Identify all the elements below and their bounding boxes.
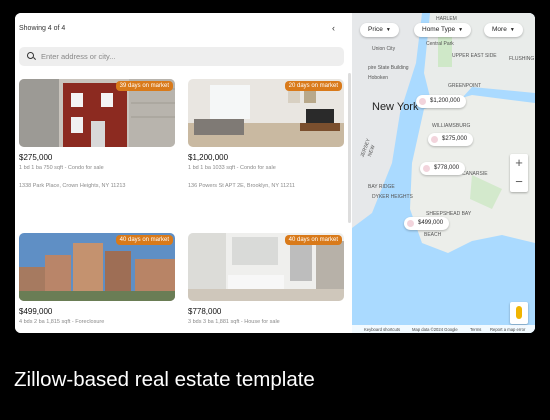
listing-card[interactable]: 40 days on market $499,000 4 bds 2 ba 1,… — [19, 233, 175, 325]
price-marker[interactable]: $499,000 — [404, 217, 450, 230]
listing-address: 136 Powers St APT 2E, Brooklyn, NY 11211 — [188, 183, 295, 189]
map-label: Central Park — [426, 41, 454, 47]
map-label: BEACH — [424, 232, 442, 238]
street-view-button[interactable] — [510, 302, 528, 324]
marker-price: $778,000 — [434, 165, 460, 171]
marker-price: $499,000 — [418, 220, 444, 226]
listing-meta: 3 bds 3 ba 1,881 sqft - House for sale — [188, 319, 280, 325]
map-label: CANARSIE — [462, 171, 488, 177]
marker-price: $1,200,000 — [430, 98, 461, 104]
scrollbar[interactable] — [348, 73, 351, 223]
app-window: Showing 4 of 4 ‹ Enter address or city..… — [15, 13, 535, 333]
marker-dot — [423, 165, 430, 172]
map-view[interactable]: HARLEM Union City Central Park UPPER EAS… — [352, 13, 535, 333]
map-label: HARLEM — [436, 16, 457, 22]
map-data-attribution: Map data ©2024 Google — [412, 327, 458, 332]
listing-meta: 1 bd 1 ba 750 sqft - Condo for sale — [19, 165, 104, 171]
marker-dot — [431, 136, 438, 143]
filter-label: More — [492, 26, 507, 33]
price-filter-button[interactable]: Price ▼ — [360, 23, 399, 37]
caption: Zillow-based real estate template — [14, 368, 315, 391]
filter-label: Home Type — [422, 26, 456, 33]
listing-meta: 1 bd 1 ba 1033 sqft - Condo for sale — [188, 165, 276, 171]
map-label: BAY RIDGE — [368, 184, 395, 190]
listing-address: 1338 Park Place, Crown Heights, NY 11213 — [19, 183, 126, 189]
home-type-filter-button[interactable]: Home Type ▼ — [414, 23, 472, 37]
price-marker[interactable]: $275,000 — [428, 133, 474, 146]
listing-photo[interactable]: 20 days on market — [188, 79, 344, 147]
chevron-left-icon[interactable]: ‹ — [332, 23, 335, 33]
map-label: New York — [372, 101, 419, 113]
filter-label: Price — [368, 26, 383, 33]
zoom-in-button[interactable]: + — [510, 154, 528, 173]
map-label: Hoboken — [368, 75, 389, 81]
listing-photo[interactable]: 39 days on market — [19, 79, 175, 147]
days-on-market-badge: 40 days on market — [115, 235, 173, 245]
map-label: FLUSHING — [509, 56, 535, 62]
days-on-market-badge: 39 days on market — [115, 81, 173, 91]
map-label: GREENPOINT — [448, 83, 482, 89]
listing-price: $499,000 — [19, 307, 53, 316]
map-label: pire State Building — [368, 65, 409, 71]
chevron-down-icon: ▼ — [385, 27, 391, 33]
search-placeholder: Enter address or city... — [41, 52, 116, 61]
map-footer: Keyboard shortcuts Map data ©2024 Google… — [352, 325, 535, 333]
price-marker[interactable]: $778,000 — [420, 162, 466, 175]
days-on-market-badge: 40 days on market — [284, 235, 342, 245]
listing-price: $275,000 — [19, 153, 53, 162]
search-icon — [27, 52, 34, 59]
map-label: WILLIAMSBURG — [432, 123, 471, 129]
zoom-control: + − — [510, 154, 528, 192]
map-label: UPPER EAST SIDE — [452, 53, 497, 59]
days-on-market-badge: 20 days on market — [284, 81, 342, 91]
more-filter-button[interactable]: More ▼ — [484, 23, 523, 37]
report-map-error-link[interactable]: Report a map error — [490, 327, 525, 332]
listing-photo[interactable]: 40 days on market — [188, 233, 344, 301]
marker-dot — [419, 98, 426, 105]
search-input[interactable]: Enter address or city... — [19, 47, 344, 66]
listing-meta: 4 bds 2 ba 1,815 sqft - Foreclosure — [19, 319, 105, 325]
pegman-icon — [516, 306, 522, 319]
listing-card[interactable]: 40 days on market $778,000 3 bds 3 ba 1,… — [188, 233, 344, 325]
chevron-down-icon: ▼ — [458, 27, 464, 33]
keyboard-shortcuts-link[interactable]: Keyboard shortcuts — [364, 327, 400, 332]
map-label: Union City — [372, 46, 396, 52]
price-marker[interactable]: $1,200,000 — [416, 95, 467, 108]
map-label: DYKER HEIGHTS — [372, 194, 413, 200]
listings-panel: Showing 4 of 4 ‹ Enter address or city..… — [15, 13, 352, 333]
listing-price: $1,200,000 — [188, 153, 229, 162]
listing-photo[interactable]: 40 days on market — [19, 233, 175, 301]
marker-price: $275,000 — [442, 136, 468, 142]
listing-price: $778,000 — [188, 307, 222, 316]
listing-card[interactable]: 39 days on market $275,000 1 bd 1 ba 750… — [19, 79, 175, 189]
listing-card[interactable]: 20 days on market $1,200,000 1 bd 1 ba 1… — [188, 79, 344, 189]
zoom-out-button[interactable]: − — [510, 173, 528, 192]
terms-link[interactable]: Terms — [470, 327, 481, 332]
marker-dot — [407, 220, 414, 227]
chevron-down-icon: ▼ — [509, 27, 515, 33]
results-count: Showing 4 of 4 — [19, 25, 66, 32]
